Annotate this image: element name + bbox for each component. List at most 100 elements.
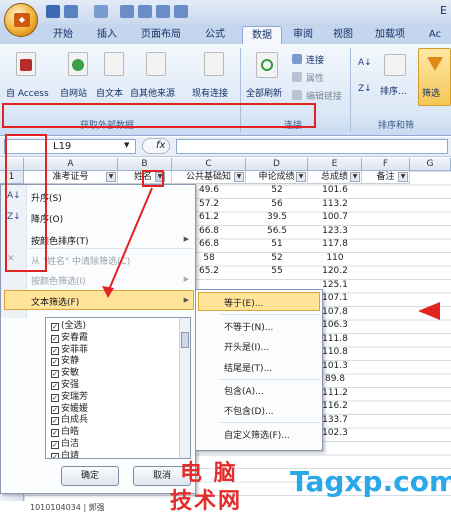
sort-az-button[interactable]: A↓ <box>358 58 372 68</box>
sort-dialog-icon <box>384 54 406 76</box>
scroll-thumb[interactable] <box>181 332 189 348</box>
cell-d[interactable]: 56 <box>246 198 308 211</box>
cell-d[interactable]: 52 <box>246 184 308 197</box>
properties-icon <box>292 72 302 82</box>
column-header-e[interactable]: E <box>308 158 362 171</box>
cell-e[interactable]: 100.7 <box>308 211 362 224</box>
checklist-item[interactable]: ✓ 白洁 <box>51 438 79 450</box>
text-filter-option[interactable]: 自定义筛选(F)... <box>224 428 290 441</box>
checkbox-checked-icon[interactable]: ✓ <box>51 382 59 390</box>
tab-insert[interactable]: 插入 <box>88 26 126 44</box>
quick-print-icon[interactable] <box>156 5 170 18</box>
tab-review[interactable]: 审阅 <box>286 26 320 44</box>
refresh-all-button[interactable]: 全部刷新 <box>246 86 282 99</box>
checklist-item[interactable]: ✓ 白成兵 <box>51 414 88 426</box>
column-header-c[interactable]: C <box>172 158 246 171</box>
checkbox-checked-icon[interactable]: ✓ <box>51 334 59 343</box>
text-filter-option[interactable]: 开头是(I)... <box>224 340 269 353</box>
sort-za-button[interactable]: Z↓ <box>358 84 372 94</box>
cell-d[interactable]: 55 <box>246 265 308 278</box>
namebox-dropdown-icon[interactable]: ▼ <box>124 141 129 149</box>
save-icon[interactable] <box>46 5 60 18</box>
ok-button[interactable]: 确定 <box>61 466 119 486</box>
checklist-item[interactable]: ✓ 安菲菲 <box>51 344 88 356</box>
sort-button[interactable]: 排序... <box>380 84 407 97</box>
checklist-item[interactable]: ✓ (全选) <box>51 320 86 332</box>
cell-e[interactable]: 123.3 <box>308 225 362 238</box>
cell-e[interactable]: 117.8 <box>308 238 362 251</box>
cell-d[interactable]: 51 <box>246 238 308 251</box>
column-header-g[interactable]: G <box>410 158 451 171</box>
tab-formulas[interactable]: 公式 <box>196 26 234 44</box>
filter-dropdown-icon[interactable]: ▼ <box>296 172 306 182</box>
text-filter-option[interactable]: 结尾是(T)... <box>224 361 272 374</box>
existing-connections-button[interactable]: 现有连接 <box>192 86 228 99</box>
checkbox-checked-icon[interactable]: ✓ <box>51 441 59 449</box>
tab-acrobat[interactable]: Ac <box>420 26 450 44</box>
from-web-button[interactable]: 自网站 <box>60 86 87 99</box>
formula-input[interactable] <box>176 139 448 154</box>
checkbox-checked-icon[interactable]: ✓ <box>51 393 59 402</box>
group-connections: 连接 <box>284 121 303 131</box>
filter-button[interactable]: 筛选 <box>422 86 440 99</box>
from-text-button[interactable]: 自文本 <box>96 86 123 99</box>
cell-e[interactable]: 110 <box>308 252 362 265</box>
checklist-item[interactable]: ✓ 安春霞 <box>51 332 88 344</box>
tab-data[interactable]: 数据 <box>242 26 282 44</box>
cell-e[interactable]: 101.6 <box>308 184 362 197</box>
ribbon-tabs: 开始 插入 页面布局 公式 数据 审阅 视图 加载项 Ac <box>0 24 451 44</box>
cell-d[interactable]: 39.5 <box>246 211 308 224</box>
tab-page-layout[interactable]: 页面布局 <box>132 26 190 44</box>
other-sources-button[interactable]: 自其他来源 <box>130 86 175 99</box>
text-filter-item[interactable]: 文本筛选(F) <box>31 295 79 308</box>
checklist-item[interactable]: ✓ 白皓 <box>51 426 79 438</box>
office-button[interactable]: ◆ <box>4 3 38 37</box>
checklist-item[interactable]: ✓ 安静 <box>51 355 79 367</box>
checkbox-checked-icon[interactable]: ✓ <box>51 429 59 438</box>
properties-button[interactable]: 属性 <box>306 71 324 84</box>
spelling-icon[interactable] <box>174 5 188 18</box>
undo-icon[interactable] <box>64 5 78 18</box>
tab-view[interactable]: 视图 <box>326 26 360 44</box>
filter-dropdown-icon[interactable]: ▼ <box>398 172 408 182</box>
checkbox-checked-icon[interactable]: ✓ <box>51 370 59 379</box>
cell-d[interactable]: 52 <box>246 252 308 265</box>
cell-d[interactable]: 56.5 <box>246 225 308 238</box>
text-filter-option[interactable]: 不等于(N)... <box>224 320 273 333</box>
checkbox-checked-icon[interactable]: ✓ <box>51 452 59 458</box>
print-preview-icon[interactable] <box>120 5 134 18</box>
column-header-d[interactable]: D <box>246 158 308 171</box>
checklist-item[interactable]: ✓ 安媛媛 <box>51 403 88 415</box>
checkbox-checked-icon[interactable]: ✓ <box>51 358 59 367</box>
text-filter-option[interactable]: 包含(A)... <box>224 384 264 397</box>
tab-addins[interactable]: 加载项 <box>366 26 414 44</box>
filter-dropdown-icon[interactable]: ▼ <box>106 172 116 182</box>
filter-dropdown-icon[interactable]: ▼ <box>234 172 244 182</box>
text-filter-option[interactable]: 不包含(D)... <box>224 404 274 417</box>
checklist-item[interactable]: ✓ 安瑞芳 <box>51 391 88 403</box>
fx-icon[interactable]: fx <box>156 140 165 151</box>
checklist-label: 安强 <box>61 380 80 390</box>
text-filter-option[interactable]: 等于(E)... <box>224 296 263 309</box>
filter-dropdown-icon[interactable]: ▼ <box>350 172 360 182</box>
print-icon[interactable] <box>138 5 152 18</box>
checklist-item[interactable]: ✓ 白靖 <box>51 450 79 458</box>
cell-e[interactable]: 113.2 <box>308 198 362 211</box>
checkbox-checked-icon[interactable]: ✓ <box>51 405 59 414</box>
column-header-f[interactable]: F <box>362 158 410 171</box>
value-checklist: ✓ (全选) ✓ 安春霞 ✓ 安菲菲 ✓ 安静 ✓ 安敏 ✓ 安强 ✓ 安瑞芳 ✓ 安媛媛 ✓ 白成兵 ✓ 白皓 ✓ 白洁… <box>45 317 191 459</box>
edit-links-button[interactable]: 编辑链接 <box>306 89 342 102</box>
redo-icon[interactable] <box>94 5 108 18</box>
tab-home[interactable]: 开始 <box>44 26 82 44</box>
connections-button[interactable]: 连接 <box>306 53 324 66</box>
cell-e[interactable]: 120.2 <box>308 265 362 278</box>
checklist-item[interactable]: ✓ 安敏 <box>51 367 79 379</box>
checklist-scrollbar[interactable] <box>179 318 190 458</box>
header-label: 备注 <box>376 172 395 182</box>
checkbox-checked-icon[interactable]: ✓ <box>51 346 59 355</box>
checkbox-checked-icon[interactable]: ✓ <box>51 417 59 426</box>
filter-by-color-item[interactable]: 按颜色筛选(I) <box>31 274 86 287</box>
from-access-button[interactable]: 自 Access <box>6 86 49 99</box>
checklist-item[interactable]: ✓ 安强 <box>51 379 79 391</box>
checkbox-checked-icon[interactable]: ✓ <box>51 323 59 331</box>
